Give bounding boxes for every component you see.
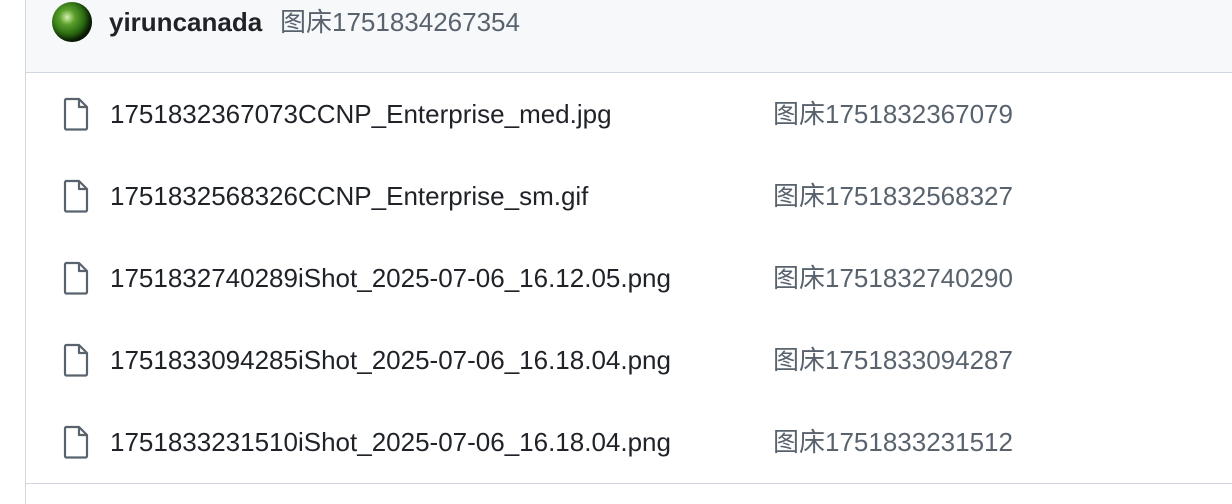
file-name-link[interactable]: 1751832740289iShot_2025-07-06_16.12.05.p… bbox=[110, 260, 671, 296]
file-icon bbox=[63, 343, 89, 377]
file-name-link[interactable]: 1751832568326CCNP_Enterprise_sm.gif bbox=[110, 178, 588, 214]
file-name-link[interactable]: 1751833231510iShot_2025-07-06_16.18.04.p… bbox=[110, 424, 671, 460]
author-avatar[interactable] bbox=[52, 2, 92, 42]
file-row[interactable]: 1751833231510iShot_2025-07-06_16.18.04.p… bbox=[26, 401, 1232, 484]
file-commit-message-link[interactable]: 图床1751832367079 bbox=[773, 96, 1013, 132]
file-commit-message-link[interactable]: 图床1751832740290 bbox=[773, 260, 1013, 296]
file-name-link[interactable]: 1751833094285iShot_2025-07-06_16.18.04.p… bbox=[110, 342, 671, 378]
file-icon bbox=[63, 261, 89, 295]
file-row[interactable]: 1751832568326CCNP_Enterprise_sm.gif 图床17… bbox=[26, 155, 1232, 238]
file-commit-message-link[interactable]: 图床1751833094287 bbox=[773, 342, 1013, 378]
file-icon bbox=[63, 425, 89, 459]
file-browser: yiruncanada 图床1751834267354 175183236707… bbox=[25, 0, 1232, 504]
latest-commit-message[interactable]: 图床1751834267354 bbox=[280, 5, 520, 39]
file-commit-message-link[interactable]: 图床1751832568327 bbox=[773, 178, 1013, 214]
commit-author-link[interactable]: yiruncanada bbox=[109, 5, 262, 39]
file-row[interactable]: 1751832367073CCNP_Enterprise_med.jpg 图床1… bbox=[26, 73, 1232, 156]
file-commit-message-link[interactable]: 图床1751833231512 bbox=[773, 424, 1013, 460]
latest-commit-bar: yiruncanada 图床1751834267354 bbox=[26, 0, 1232, 73]
file-name-link[interactable]: 1751832367073CCNP_Enterprise_med.jpg bbox=[110, 96, 612, 132]
file-row[interactable]: 1751833094285iShot_2025-07-06_16.18.04.p… bbox=[26, 319, 1232, 402]
file-icon bbox=[63, 97, 89, 131]
file-icon bbox=[63, 179, 89, 213]
file-row[interactable]: 1751832740289iShot_2025-07-06_16.12.05.p… bbox=[26, 237, 1232, 320]
